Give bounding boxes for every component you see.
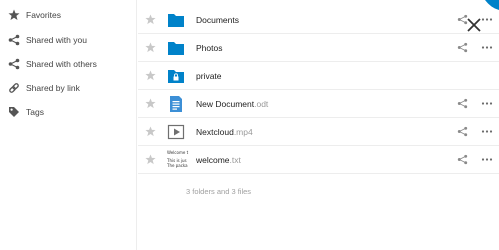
sidebar-item-tags[interactable]: Tags: [0, 100, 137, 124]
file-list: Documents Photos private New Document.od…: [138, 0, 499, 250]
file-count-summary: 3 folders and 3 files: [186, 187, 252, 196]
share-icon: [8, 34, 20, 46]
file-name[interactable]: Documents: [196, 14, 239, 26]
locked-folder-icon: [168, 70, 184, 83]
corner-accent-decoration: [485, 0, 499, 10]
preview-line: The packa: [167, 163, 188, 168]
file-name[interactable]: private: [196, 70, 222, 82]
file-name[interactable]: New Document.odt: [196, 98, 268, 110]
video-icon: [167, 124, 185, 140]
sidebar-item-shared-with-you[interactable]: Shared with you: [0, 28, 137, 52]
sidebar-navigation: Favorites Shared with you Shared with ot…: [0, 0, 137, 250]
sidebar-item-label: Shared with you: [26, 35, 87, 45]
more-actions-icon[interactable]: [481, 98, 493, 109]
more-actions-icon[interactable]: [481, 126, 493, 137]
file-row-welcome-txt[interactable]: Welcome t This is jus The packa welcome.…: [138, 146, 499, 174]
share-icon[interactable]: [457, 98, 468, 109]
file-row-documents[interactable]: Documents: [138, 6, 499, 34]
tag-icon: [9, 107, 19, 117]
star-icon: [8, 9, 20, 20]
file-name[interactable]: Nextcloud.mp4: [196, 126, 253, 138]
sidebar-item-shared-by-link[interactable]: Shared by link: [0, 76, 137, 100]
favorite-star-icon[interactable]: [145, 14, 156, 25]
share-icon[interactable]: [457, 154, 468, 165]
close-icon[interactable]: [463, 14, 485, 36]
text-file-preview-thumbnail: Welcome t This is jus The packa: [167, 150, 189, 170]
share-icon[interactable]: [457, 42, 468, 53]
sidebar-item-label: Tags: [26, 107, 44, 117]
more-actions-icon[interactable]: [481, 42, 493, 53]
link-icon: [9, 83, 19, 93]
sidebar-item-shared-with-others[interactable]: Shared with others: [0, 52, 137, 76]
file-name[interactable]: welcome.txt: [196, 154, 241, 166]
file-row-photos[interactable]: Photos: [138, 34, 499, 62]
text-document-icon: [170, 96, 182, 112]
file-row-private[interactable]: private: [138, 62, 499, 90]
favorite-star-icon[interactable]: [145, 70, 156, 81]
favorite-star-icon[interactable]: [145, 154, 156, 165]
file-name[interactable]: Photos: [196, 42, 222, 54]
folder-icon: [168, 42, 184, 55]
sidebar-item-favorites[interactable]: Favorites: [0, 3, 137, 27]
favorite-star-icon[interactable]: [145, 98, 156, 109]
folder-icon: [168, 14, 184, 27]
sidebar-item-label: Favorites: [26, 10, 61, 20]
sidebar-item-label: Shared by link: [26, 83, 80, 93]
more-actions-icon[interactable]: [481, 154, 493, 165]
file-row-nextcloud-video[interactable]: Nextcloud.mp4: [138, 118, 499, 146]
sidebar-item-label: Shared with others: [26, 59, 97, 69]
share-icon[interactable]: [457, 126, 468, 137]
favorite-star-icon[interactable]: [145, 42, 156, 53]
favorite-star-icon[interactable]: [145, 126, 156, 137]
share-icon: [8, 58, 20, 70]
file-row-new-document[interactable]: New Document.odt: [138, 90, 499, 118]
preview-line: Welcome t: [167, 150, 189, 155]
